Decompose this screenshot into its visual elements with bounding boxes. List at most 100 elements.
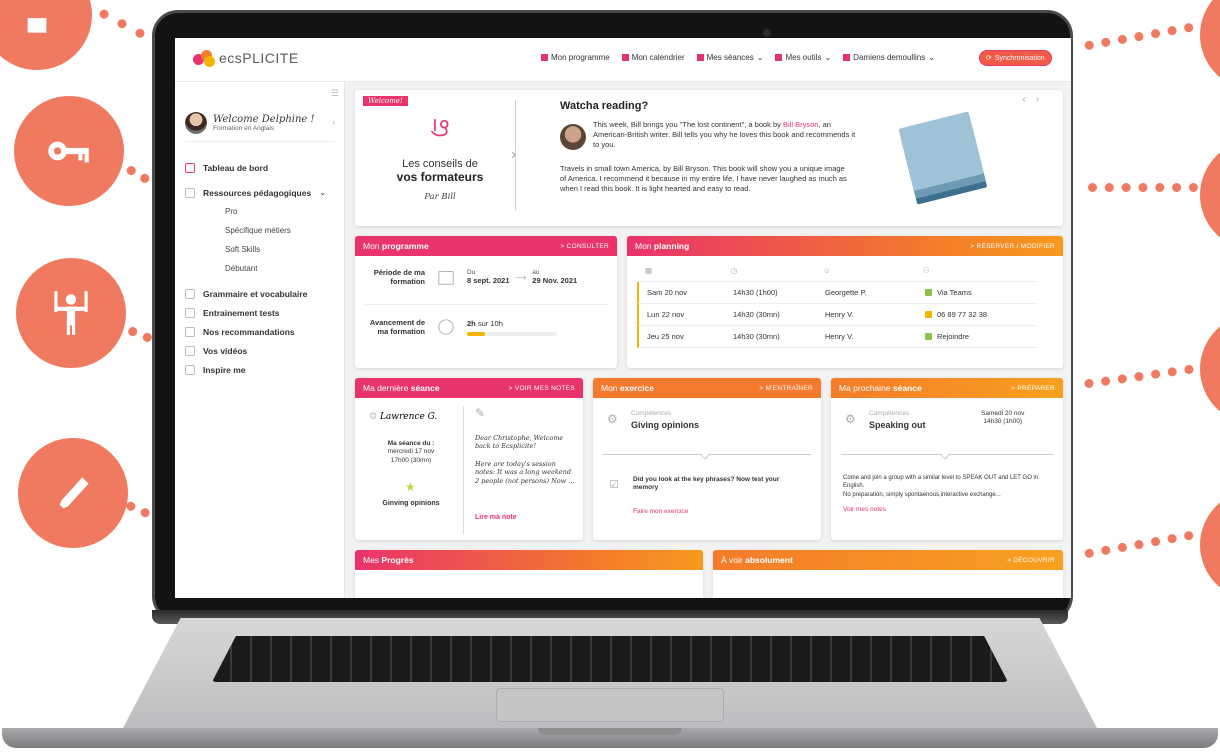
course-name: Formation en Anglais (213, 124, 275, 132)
trainer-avatar (560, 124, 586, 150)
sidebar-subitem-debutant[interactable]: Débutant (185, 259, 341, 278)
divider (365, 304, 609, 305)
logo-mark-icon (193, 50, 215, 67)
reading-intro: This week, Bill brings you "The lost con… (593, 120, 856, 150)
entrainer-link[interactable]: > M'ENTRAÎNER (759, 385, 813, 392)
sidebar-subitem-soft-skills[interactable]: Soft Skills (185, 240, 341, 259)
nav-mon-calendrier[interactable]: Mon calendrier (621, 53, 685, 62)
refresh-icon: ⟳ (986, 55, 992, 62)
deco-dots (1084, 22, 1194, 51)
chevron-down-icon: ⌄ (319, 187, 327, 197)
advice-line1: Les conseils de (402, 158, 478, 170)
divider-caret (939, 448, 951, 460)
trackpad (496, 688, 724, 722)
logo-text: ecsPLICITE (219, 50, 299, 66)
welcome-tag: Welcome! (363, 96, 408, 106)
programme-card: Mon programme > CONSULTER Période de ma f… (355, 236, 617, 368)
nav-mes-outils[interactable]: Mes outils ⌄ (775, 53, 831, 62)
read-note-link[interactable]: Lire ma note (475, 514, 517, 521)
pencil-icon (185, 288, 195, 299)
skills-icon: ⚙ (607, 412, 618, 426)
teacher-name: ☺ Lawrence G. (369, 412, 438, 422)
note-greeting: Dear Christophe, Welcome back to Ecsplic… (475, 434, 564, 451)
sidebar-item-ressources[interactable]: Ressources pédagogiques ⌄ (185, 183, 341, 202)
sync-button[interactable]: ⟳ Synchronisation (979, 50, 1052, 66)
top-bar: ecsPLICITE Mon programme Mon calendrier … (175, 38, 1071, 82)
clock-icon: ◷ (731, 266, 738, 275)
table-row[interactable]: Sam 20 nov 14h30 (1h00) Georgette P. Via Te… (637, 282, 1037, 304)
sidebar-item-recommandations[interactable]: Nos recommandations (185, 322, 341, 341)
see-notes-link[interactable]: Voir mes notes (843, 506, 886, 513)
trainer-icon: ☺ (369, 412, 380, 422)
profile-block[interactable]: Welcome Delphine ! Formation en Anglais … (185, 104, 335, 142)
sidebar-item-tableau-de-bord[interactable]: Tableau de bord (185, 158, 341, 177)
next-description: Come and join a group with a similar lev… (843, 475, 1039, 490)
chevron-right-icon: › (1035, 94, 1049, 105)
chevron-down-icon: ⌄ (928, 53, 935, 62)
divider (463, 406, 464, 534)
bulb-icon (185, 364, 195, 375)
calendar-icon (696, 54, 704, 61)
app-logo[interactable]: ecsPLICITE (193, 50, 299, 67)
star-icon: ★ (405, 480, 416, 494)
sidebar-item-grammaire[interactable]: Grammaire et vocabulaire (185, 284, 341, 303)
avatar (185, 111, 207, 134)
video-icon (185, 345, 195, 356)
tools-icon (775, 54, 783, 61)
planning-icons-row: ▦ ◷ ☺ ⚇ (637, 260, 1037, 282)
voir-notes-link[interactable]: > VOIR MES NOTES (509, 385, 575, 392)
webcam (763, 29, 771, 37)
people-icon: ⚇ (923, 266, 930, 275)
next-date: Samedi 20 nov 14h30 (1h00) (981, 410, 1025, 426)
consulter-link[interactable]: > CONSULTER (560, 243, 609, 250)
chevron-down-icon: ⌄ (824, 53, 832, 62)
exercise-header: Mon exercice > M'ENTRAÎNER (593, 378, 821, 398)
app-screen: ecsPLICITE Mon programme Mon calendrier … (175, 38, 1071, 598)
period-row: Période de ma formation Du 8 sept. 2021 ⟶… (373, 268, 578, 286)
sidebar-item-videos[interactable]: Vos vidéos (185, 341, 341, 360)
must-see-card: À voir absolument > DÉCOUVRIR (713, 550, 1063, 598)
do-exercise-link[interactable]: Faire mon exercice (633, 508, 688, 515)
advice-card: Welcome! Les conseils de vos formateurs … (355, 90, 1063, 226)
decouvrir-link[interactable]: > DÉCOUVRIR (1007, 557, 1055, 564)
marketing-stage: ecsPLICITE Mon programme Mon calendrier … (0, 0, 1220, 754)
hamburger-icon[interactable]: ☰ (331, 88, 339, 99)
advice-line2: vos formateurs (396, 170, 484, 184)
calendar-icon (621, 54, 629, 61)
table-row[interactable]: Jeu 25 nov 14h30 (30mn) Henry V. Rejoindre (637, 326, 1037, 348)
author-link[interactable]: Bill Bryson (783, 120, 818, 129)
next-session-header: Ma prochaine séance > PRÉPARER (831, 378, 1063, 398)
advice-author: Par Bill (424, 192, 456, 202)
next-description-2: No preparation, simply spontaenous,inter… (843, 492, 1001, 498)
sidebar-subitem-specifique[interactable]: Spécifique métiers (185, 221, 341, 240)
table-row[interactable]: Lun 22 nov 14h30 (30mn) Henry V. 06 89 77 3… (637, 304, 1037, 326)
session-info: Ma séance du : mercredi 17 nov 17h00 (30… (387, 440, 435, 464)
home-icon (185, 162, 195, 173)
next-session-card: Ma prochaine séance > PRÉPARER ⚙ Compéten… (831, 378, 1063, 540)
exercise-question: Did you look at the key phrases? Now tes… (633, 476, 780, 492)
book-icon (185, 187, 195, 198)
deco-circle-gym (16, 258, 126, 368)
nav-user-menu[interactable]: Damiens demoullins ⌄ (843, 53, 935, 62)
checkbox-icon: ☑ (609, 479, 619, 491)
session-topic: Ginving opinions (382, 500, 440, 507)
reserver-link[interactable]: > RÉSERVER / MODIFIER (970, 243, 1055, 250)
user-icon (843, 54, 851, 61)
nav-mes-seances[interactable]: Mes séances ⌄ (696, 53, 763, 62)
key-icon (48, 141, 89, 163)
sidebar-item-entrainement[interactable]: Entrainement tests (185, 303, 341, 322)
sidebar-subitem-pro[interactable]: Pro (185, 202, 341, 221)
deco-circle-pen (18, 438, 128, 548)
calendar-icon (438, 271, 454, 285)
sidebar-item-inspire[interactable]: Inspire me (185, 360, 341, 379)
carousel-arrows[interactable]: ‹› (1022, 94, 1049, 105)
sidebar-menu: Tableau de bord Ressources pédagogiques ⌄… (185, 158, 341, 379)
trainer-icon: ☺ (823, 266, 831, 275)
planning-header: Mon planning > RÉSERVER / MODIFIER (627, 236, 1063, 256)
exercise-skill: Giving opinions (631, 420, 699, 430)
must-see-header: À voir absolument > DÉCOUVRIR (713, 550, 1063, 570)
progress-bar (467, 331, 557, 336)
nav-mon-programme[interactable]: Mon programme (541, 53, 610, 62)
preparer-link[interactable]: > PRÉPARER (1011, 385, 1055, 392)
progress-row: Avancement de ma formation 2h sur 10h (365, 318, 609, 336)
